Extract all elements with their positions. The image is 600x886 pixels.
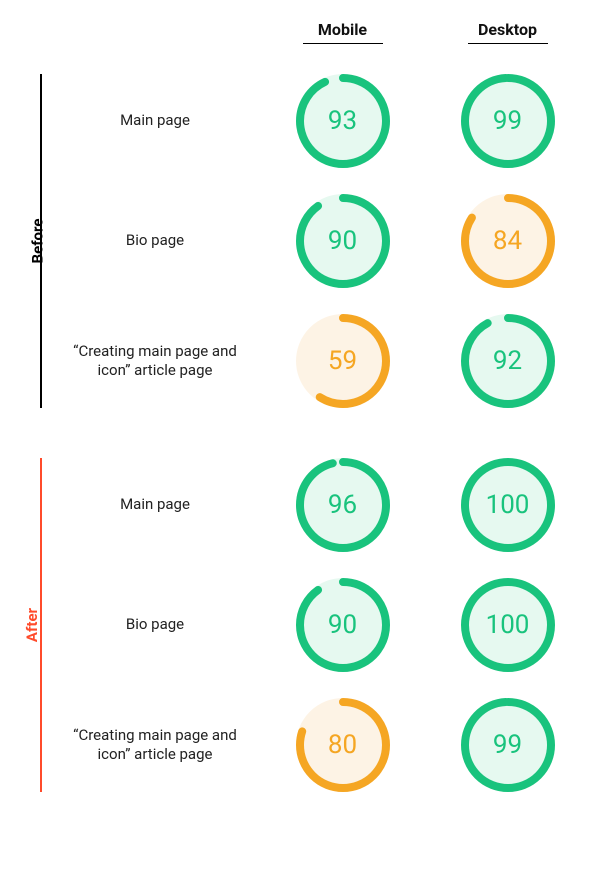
- gauge-value: 90: [328, 610, 357, 640]
- gauge-cell: 100: [435, 458, 580, 552]
- score-gauge: 100: [461, 458, 555, 552]
- table-row: Main page 93 99: [60, 74, 580, 168]
- column-headers: Mobile Desktop: [60, 20, 580, 44]
- score-gauge: 93: [296, 74, 390, 168]
- score-gauge: 99: [461, 698, 555, 792]
- gauge-cell: 59: [270, 314, 415, 408]
- section-before: Before Main page 93 99 Bio page 90 84 “C…: [60, 74, 580, 408]
- gauge-cell: 80: [270, 698, 415, 792]
- gauge-value: 100: [486, 610, 530, 640]
- gauge-value: 99: [493, 106, 522, 136]
- row-label: Main page: [60, 111, 250, 131]
- gauge-cell: 100: [435, 578, 580, 672]
- score-gauge: 84: [461, 194, 555, 288]
- gauge-value: 93: [328, 106, 357, 136]
- row-label: Bio page: [60, 231, 250, 251]
- score-gauge: 92: [461, 314, 555, 408]
- gauge-cell: 84: [435, 194, 580, 288]
- gauge-cell: 96: [270, 458, 415, 552]
- score-gauge: 59: [296, 314, 390, 408]
- row-label: “Creating main page and icon” article pa…: [60, 726, 250, 765]
- gauge-value: 96: [328, 490, 357, 520]
- gauge-value: 84: [493, 226, 522, 256]
- section-label-before: Before: [28, 219, 46, 264]
- gauge-cell: 99: [435, 74, 580, 168]
- gauge-value: 99: [493, 730, 522, 760]
- score-gauge: 96: [296, 458, 390, 552]
- score-gauge: 99: [461, 74, 555, 168]
- table-row: Bio page 90 100: [60, 578, 580, 672]
- table-row: “Creating main page and icon” article pa…: [60, 698, 580, 792]
- gauge-value: 80: [328, 730, 357, 760]
- score-gauge: 80: [296, 698, 390, 792]
- gauge-cell: 92: [435, 314, 580, 408]
- gauge-value: 92: [493, 346, 522, 376]
- table-row: Main page 96 100: [60, 458, 580, 552]
- gauge-value: 59: [328, 346, 357, 376]
- row-label: “Creating main page and icon” article pa…: [60, 342, 250, 381]
- gauge-value: 100: [486, 490, 530, 520]
- score-gauge: 90: [296, 194, 390, 288]
- row-label: Bio page: [60, 615, 250, 635]
- score-gauge: 100: [461, 578, 555, 672]
- row-label: Main page: [60, 495, 250, 515]
- gauge-cell: 90: [270, 194, 415, 288]
- section-after: After Main page 96 100 Bio page 90 100 “…: [60, 458, 580, 792]
- gauge-value: 90: [328, 226, 357, 256]
- column-header-desktop: Desktop: [468, 20, 548, 44]
- gauge-cell: 90: [270, 578, 415, 672]
- table-row: “Creating main page and icon” article pa…: [60, 314, 580, 408]
- section-label-after: After: [23, 608, 41, 642]
- table-row: Bio page 90 84: [60, 194, 580, 288]
- gauge-cell: 93: [270, 74, 415, 168]
- score-gauge: 90: [296, 578, 390, 672]
- gauge-cell: 99: [435, 698, 580, 792]
- column-header-mobile: Mobile: [303, 20, 383, 44]
